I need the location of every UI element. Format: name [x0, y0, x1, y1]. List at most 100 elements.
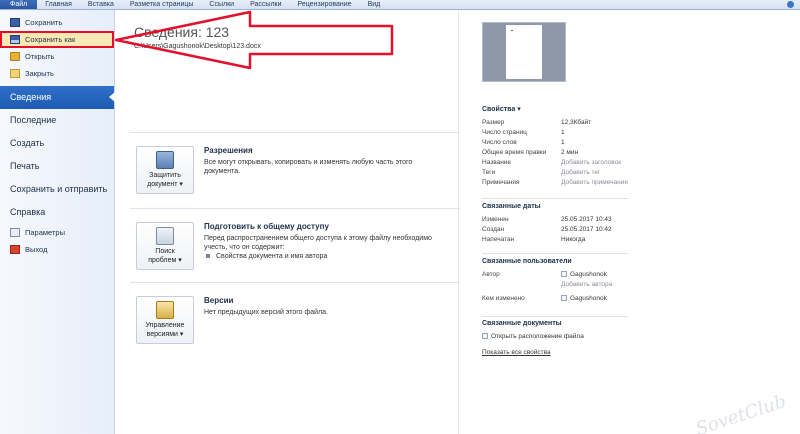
manage-versions-button[interactable]: Управление версиями ▾	[136, 296, 194, 344]
section-divider	[130, 208, 460, 209]
people-header: Связанные пользователи	[482, 258, 572, 265]
section-divider	[130, 282, 460, 283]
options-command[interactable]: Параметры	[0, 224, 114, 241]
versions-icon	[156, 301, 174, 319]
date-row: Создан 25.05.2017 10:42	[482, 226, 612, 233]
prop-row: Число слов 1	[482, 139, 565, 146]
prepare-sharing-heading: Подготовить к общему доступу	[204, 222, 329, 231]
tab-file[interactable]: Файл	[0, 0, 38, 9]
nav-save-send[interactable]: Сохранить и отправить	[0, 178, 114, 201]
options-label: Параметры	[25, 228, 65, 237]
section-divider	[130, 132, 460, 133]
save-label: Сохранить	[25, 18, 63, 27]
inspect-icon	[156, 227, 174, 245]
tab-view[interactable]: Вид	[360, 0, 389, 9]
ribbon-tab-bar: Файл Главная Вставка Разметка страницы С…	[0, 0, 800, 10]
tab-mailings[interactable]: Рассылки	[242, 0, 289, 9]
folder-icon	[482, 333, 488, 340]
protect-document-label: Защитить документ ▾	[147, 172, 183, 188]
show-all-properties-link[interactable]: Показать все свойства	[482, 348, 551, 358]
nav-help[interactable]: Справка	[0, 201, 114, 224]
tab-home[interactable]: Главная	[37, 0, 80, 9]
related-docs-block: Связанные документы Открыть расположение…	[482, 320, 632, 358]
options-icon	[10, 228, 20, 237]
prop-row: Размер 12,3Кбайт	[482, 119, 592, 126]
open-location-link[interactable]: Открыть расположение файла	[491, 333, 584, 340]
prop-row-comments: Примечания Добавить примечания	[482, 178, 628, 188]
add-comments-field[interactable]: Добавить примечания	[561, 178, 628, 188]
date-row: Изменен 25.05.2017 10:43	[482, 216, 612, 223]
nav-recent[interactable]: Последние	[0, 109, 114, 132]
add-tag-field[interactable]: Добавить тег	[561, 168, 600, 178]
bullet-icon	[206, 253, 210, 258]
user-icon	[561, 295, 567, 302]
tab-review[interactable]: Рецензирование	[290, 0, 360, 9]
thumbnail-page	[506, 25, 542, 79]
tab-insert[interactable]: Вставка	[80, 0, 122, 9]
tab-page-layout[interactable]: Разметка страницы	[122, 0, 202, 9]
check-issues-button[interactable]: Поиск проблем ▾	[136, 222, 194, 270]
open-folder-icon	[10, 52, 20, 61]
permissions-heading: Разрешения	[204, 146, 253, 155]
permissions-section: Разрешения Все могут открывать, копирова…	[204, 146, 434, 176]
save-as-command[interactable]: Сохранить как	[0, 31, 114, 48]
exit-command[interactable]: Выход	[0, 241, 114, 258]
exit-label: Выход	[25, 245, 48, 254]
add-title-field[interactable]: Добавить заголовок	[561, 158, 621, 168]
modified-by-row: Кем изменено Gagushonok	[482, 295, 607, 302]
author-row: Автор Gagushonok	[482, 271, 607, 278]
save-as-icon	[10, 35, 20, 44]
ribbon-right-controls	[787, 0, 800, 9]
add-author-row: Добавить автора	[482, 280, 632, 290]
document-path: C:\Users\Gagushonok\Desktop\123.docx	[134, 43, 261, 50]
dates-block: Связанные даты Изменен 25.05.2017 10:43 С…	[482, 203, 632, 245]
prop-row-title: Название Добавить заголовок	[482, 158, 622, 168]
info-panel: Сведения: 123 C:\Users\Gagushonok\Deskto…	[116, 10, 800, 434]
versions-heading: Версии	[204, 296, 234, 305]
prop-row: Число страниц 1	[482, 129, 565, 136]
props-divider	[482, 198, 628, 199]
close-label: Закрыть	[25, 69, 54, 78]
versions-section: Версии Нет предыдущих версий этого файла…	[204, 296, 434, 317]
nav-info[interactable]: Сведения	[0, 86, 115, 109]
add-author-link[interactable]: Добавить автора	[561, 280, 612, 290]
save-as-label: Сохранить как	[25, 35, 76, 44]
user-icon	[561, 271, 567, 278]
dates-header: Связанные даты	[482, 203, 541, 210]
prop-row-tags: Теги Добавить тег	[482, 168, 601, 178]
related-docs-header: Связанные документы	[482, 320, 562, 327]
people-block: Связанные пользователи Автор Gagushonok Д…	[482, 258, 632, 304]
props-divider	[482, 316, 628, 317]
author-name: Gagushonok	[570, 271, 607, 278]
modified-by-name: Gagushonok	[570, 295, 607, 302]
properties-header[interactable]: Свойства ▾	[482, 105, 632, 113]
show-all-row: Показать все свойства	[482, 348, 632, 358]
prop-row: Общее время правки 2 мин	[482, 149, 579, 156]
prepare-sharing-text: Перед распространением общего доступа к …	[204, 235, 432, 251]
protect-document-button[interactable]: Защитить документ ▾	[136, 146, 194, 194]
manage-versions-label: Управление версиями ▾	[145, 322, 185, 338]
exit-icon	[10, 245, 20, 254]
backstage-nav: Сохранить Сохранить как Открыть Закрыть …	[0, 10, 115, 434]
prepare-sharing-section: Подготовить к общему доступу Перед распр…	[204, 222, 434, 261]
open-command[interactable]: Открыть	[0, 48, 114, 65]
close-command[interactable]: Закрыть	[0, 65, 114, 82]
date-row: Напечатан Никогда	[482, 236, 586, 243]
nav-new[interactable]: Создать	[0, 132, 114, 155]
properties-block: Свойства ▾ Размер 12,3Кбайт Число страниц…	[482, 105, 632, 188]
panel-divider	[458, 10, 459, 434]
save-command[interactable]: Сохранить	[0, 14, 114, 31]
open-location-row[interactable]: Открыть расположение файла	[482, 332, 632, 342]
help-icon[interactable]	[787, 1, 794, 8]
tab-references[interactable]: Ссылки	[201, 0, 242, 9]
open-label: Открыть	[25, 52, 55, 61]
lock-icon	[156, 151, 174, 169]
permissions-text: Все могут открывать, копировать и изменя…	[204, 159, 413, 175]
close-doc-icon	[10, 69, 20, 78]
page-title: Сведения: 123	[134, 24, 230, 40]
check-issues-label: Поиск проблем ▾	[148, 248, 182, 264]
document-thumbnail[interactable]	[482, 22, 566, 82]
nav-print[interactable]: Печать	[0, 155, 114, 178]
versions-text: Нет предыдущих версий этого файла.	[204, 309, 328, 316]
props-divider	[482, 253, 628, 254]
